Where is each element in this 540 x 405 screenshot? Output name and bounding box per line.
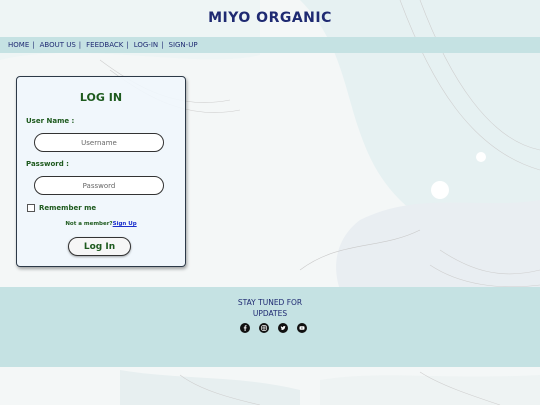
nav-feedback[interactable]: FEEDBACK bbox=[86, 41, 123, 49]
nav-log-in[interactable]: LOG-IN bbox=[134, 41, 158, 49]
sign-up-link[interactable]: Sign Up bbox=[113, 221, 137, 227]
nav-separator: | bbox=[161, 41, 164, 49]
nav-home[interactable]: HOME bbox=[8, 41, 29, 49]
page-title: MIYO ORGANIC bbox=[208, 10, 332, 26]
password-input[interactable] bbox=[34, 176, 164, 195]
youtube-icon[interactable] bbox=[297, 323, 307, 333]
username-label: User Name : bbox=[26, 117, 75, 125]
login-title: LOG IN bbox=[79, 91, 123, 104]
log-in-button[interactable]: Log In bbox=[68, 237, 131, 256]
username-input[interactable] bbox=[34, 133, 164, 152]
facebook-icon[interactable] bbox=[240, 323, 250, 333]
not-member-text: Not a member? bbox=[65, 221, 113, 227]
nav-separator: | bbox=[78, 41, 82, 49]
instagram-icon[interactable] bbox=[259, 323, 269, 333]
login-card: LOG IN User Name : Password : Remember m… bbox=[16, 76, 186, 267]
twitter-icon[interactable] bbox=[278, 323, 288, 333]
remember-me-row: Remember me bbox=[27, 204, 96, 212]
not-member-row: Not a member?Sign Up bbox=[17, 221, 185, 227]
top-nav: HOME | ABOUT US | FEEDBACK | LOG-IN | SI… bbox=[0, 37, 540, 53]
footer-title: STAY TUNED FOR UPDATES bbox=[0, 297, 540, 319]
footer: STAY TUNED FOR UPDATES bbox=[0, 287, 540, 367]
nav-separator: | bbox=[126, 41, 129, 49]
remember-me-checkbox[interactable] bbox=[27, 204, 35, 212]
remember-me-label: Remember me bbox=[39, 204, 97, 212]
password-label: Password : bbox=[26, 160, 69, 168]
nav-about-us[interactable]: ABOUT US bbox=[40, 41, 76, 49]
nav-separator: | bbox=[32, 41, 35, 49]
social-links bbox=[240, 323, 316, 333]
nav-sign-up[interactable]: SIGN-UP bbox=[169, 41, 198, 49]
footer-title-line-1: STAY TUNED FOR bbox=[237, 298, 303, 307]
footer-title-line-2: UPDATES bbox=[252, 309, 288, 318]
